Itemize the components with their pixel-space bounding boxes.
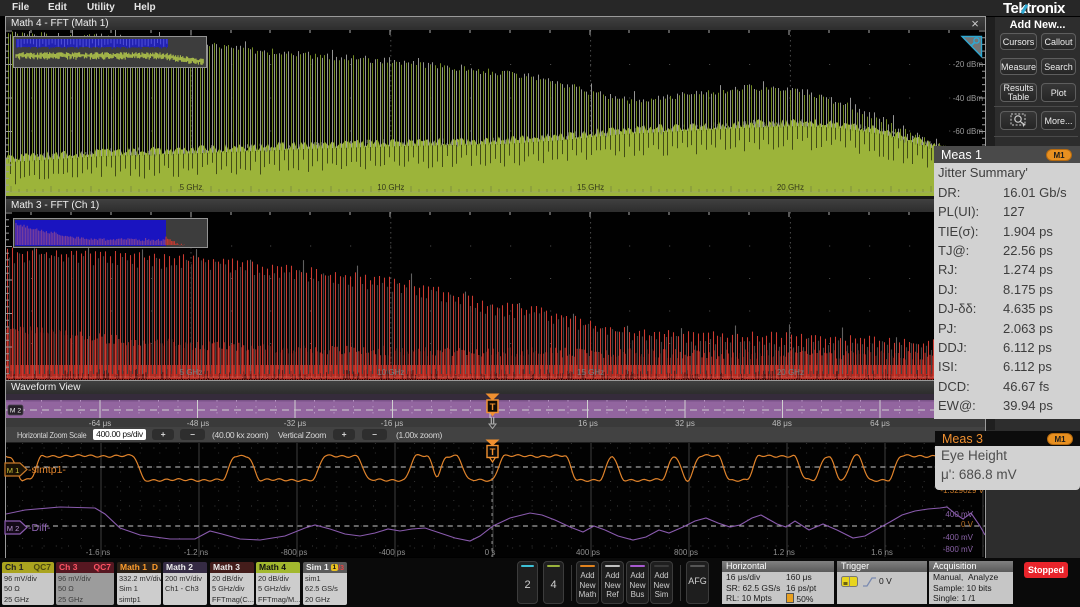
- svg-text:M 2: M 2: [10, 408, 22, 415]
- svg-text:15 GHz: 15 GHz: [577, 368, 604, 377]
- svg-text:M 1: M 1: [7, 466, 20, 475]
- svg-text:5 GHz: 5 GHz: [180, 183, 203, 192]
- svg-text:10 GHz: 10 GHz: [377, 368, 404, 377]
- svg-text:T: T: [490, 402, 496, 413]
- svg-text:M 2: M 2: [7, 524, 20, 533]
- svg-text:20 GHz: 20 GHz: [777, 368, 804, 377]
- svg-text:10 GHz: 10 GHz: [377, 183, 404, 192]
- svg-text:T: T: [490, 447, 496, 458]
- svg-text:20 GHz: 20 GHz: [777, 183, 804, 192]
- svg-text:15 GHz: 15 GHz: [577, 183, 604, 192]
- svg-text:5 GHz: 5 GHz: [180, 368, 203, 377]
